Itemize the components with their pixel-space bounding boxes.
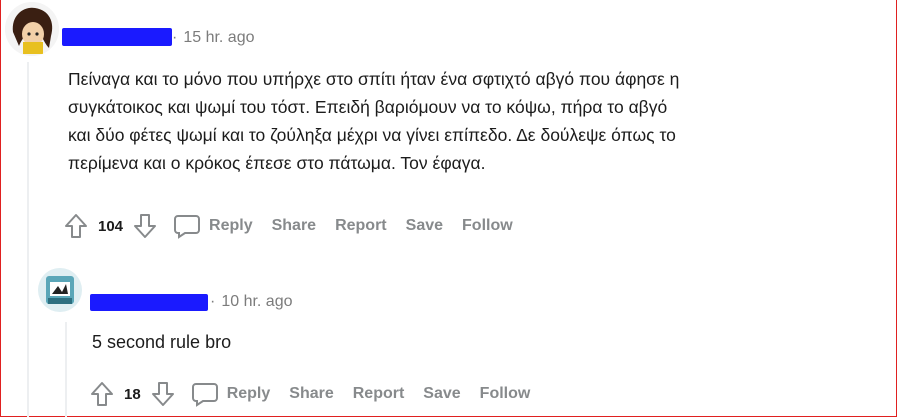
save-button[interactable]: Save xyxy=(406,217,443,235)
reply-bubble-icon xyxy=(191,381,219,407)
avatar[interactable] xyxy=(5,2,59,56)
meta-separator: · xyxy=(210,293,216,310)
save-button[interactable]: Save xyxy=(423,385,460,403)
comment-body: Πείναγα και το μόνο που υπήρχε στο σπίτι… xyxy=(68,65,868,177)
meta-separator: · xyxy=(172,29,178,46)
downvote-icon[interactable] xyxy=(131,211,159,241)
screenshot-frame xyxy=(0,0,897,417)
redacted-username[interactable] xyxy=(62,28,172,46)
follow-button[interactable]: Follow xyxy=(462,217,513,235)
redacted-username[interactable] xyxy=(90,294,208,311)
reply-button[interactable]: Reply xyxy=(173,213,253,239)
comment-actions: 104 Reply Share Report Save Follow xyxy=(62,211,532,241)
share-button[interactable]: Share xyxy=(289,385,333,403)
reply-timestamp[interactable]: 10 hr. ago xyxy=(221,293,292,310)
comment-meta: · 15 hr. ago xyxy=(172,29,255,47)
reply-thread-line[interactable] xyxy=(65,322,67,417)
upvote-icon[interactable] xyxy=(62,211,90,241)
reply-avatar[interactable] xyxy=(38,268,82,312)
reply-label: Reply xyxy=(209,217,253,234)
reply-label: Reply xyxy=(226,385,271,402)
comment-line: Πείναγα και το μόνο που υπήρχε στο σπίτι… xyxy=(68,69,680,89)
upvote-icon[interactable] xyxy=(88,379,116,409)
vote-count: 18 xyxy=(124,385,141,403)
comment-timestamp[interactable]: 15 hr. ago xyxy=(183,29,254,46)
reply-bubble-icon xyxy=(173,213,201,239)
reply-body: 5 second rule bro xyxy=(92,332,232,352)
report-button[interactable]: Report xyxy=(335,217,387,235)
report-button[interactable]: Report xyxy=(353,385,405,403)
reply-meta: · 10 hr. ago xyxy=(210,293,293,311)
comment-line: και δύο φέτες ψωμί και το ζούληξα μέχρι … xyxy=(68,125,676,145)
comment-line: συγκάτοικος και ψωμί του τόστ. Επειδή βα… xyxy=(68,97,668,117)
thread-line[interactable] xyxy=(27,62,29,417)
reply-button[interactable]: Reply xyxy=(191,381,271,407)
follow-button[interactable]: Follow xyxy=(480,385,531,403)
vote-count: 104 xyxy=(98,217,124,235)
downvote-icon[interactable] xyxy=(149,379,177,409)
comment-line: περίμενα και ο κρόκος έπεσε στο πάτωμα. … xyxy=(68,153,486,173)
reply-actions: 18 Reply Share Report Save Follow xyxy=(88,379,549,409)
share-button[interactable]: Share xyxy=(272,217,316,235)
